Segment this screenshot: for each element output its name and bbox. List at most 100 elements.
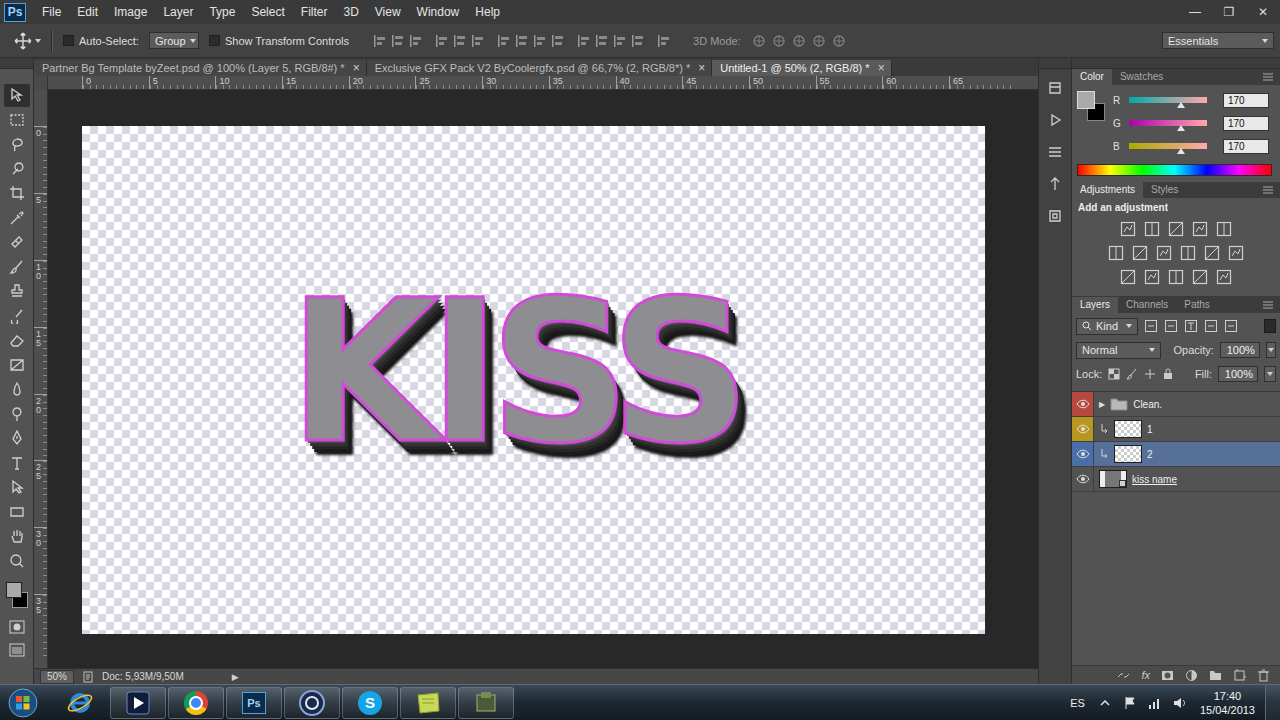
auto-select-checkbox[interactable]: Auto-Select:: [63, 35, 139, 47]
3d-mode-icon[interactable]: [791, 34, 807, 48]
3d-mode-icon[interactable]: [771, 34, 787, 48]
slider-track[interactable]: [1129, 120, 1207, 126]
show-hidden-icons-icon[interactable]: [1097, 695, 1113, 711]
link-button[interactable]: [1117, 669, 1130, 682]
align-icon[interactable]: [551, 34, 565, 48]
align-icon[interactable]: [391, 34, 405, 48]
lock-pixels-icon[interactable]: [1126, 368, 1138, 380]
tool-button[interactable]: [4, 452, 30, 475]
panel-tab[interactable]: Layers: [1072, 297, 1118, 313]
align-icon[interactable]: [471, 34, 485, 48]
document-tab[interactable]: Partner Bg Template byZeet.psd @ 100% (L…: [34, 60, 367, 76]
volume-icon[interactable]: [1172, 695, 1188, 711]
panel-tab[interactable]: Adjustments: [1072, 182, 1143, 198]
tool-button[interactable]: [4, 501, 30, 524]
mask-button[interactable]: [1161, 669, 1174, 682]
ruler-origin[interactable]: [34, 76, 48, 90]
adjustment-icon[interactable]: [1132, 245, 1148, 261]
adjustment-icon[interactable]: [1168, 221, 1184, 237]
visibility-toggle[interactable]: [1072, 392, 1094, 416]
tool-button[interactable]: [4, 525, 30, 548]
language-indicator[interactable]: ES: [1070, 697, 1085, 709]
zoom-field[interactable]: 50%: [40, 670, 74, 684]
close-tab-button[interactable]: ×: [878, 61, 885, 75]
foreground-color-swatch[interactable]: [1077, 91, 1095, 109]
menu-item[interactable]: Layer: [155, 0, 201, 24]
layer-row[interactable]: ▶Clean.: [1072, 392, 1280, 417]
new-layer-button[interactable]: [1233, 669, 1246, 682]
slider-track[interactable]: [1129, 143, 1207, 149]
adjustment-icon[interactable]: [1192, 269, 1208, 285]
collapse-strip[interactable]: [1039, 58, 1071, 69]
document-icon[interactable]: [82, 671, 94, 683]
adjustment-icon[interactable]: [1108, 245, 1124, 261]
visibility-toggle[interactable]: [1072, 417, 1094, 441]
panel-tab[interactable]: Styles: [1143, 182, 1186, 198]
menu-item[interactable]: Filter: [293, 0, 336, 24]
adjustment-icon[interactable]: [1144, 221, 1160, 237]
taskbar-app[interactable]: [168, 687, 224, 719]
adjustment-icon[interactable]: [1192, 221, 1208, 237]
lock-position-icon[interactable]: [1144, 368, 1156, 380]
clock[interactable]: 17:4015/04/2013: [1200, 689, 1255, 717]
menu-item[interactable]: View: [367, 0, 409, 24]
tool-button[interactable]: [4, 378, 30, 401]
panel-button[interactable]: [1039, 75, 1071, 101]
panel-menu-icon[interactable]: [1262, 300, 1274, 310]
tool-button[interactable]: [4, 158, 30, 181]
align-icon[interactable]: [373, 34, 387, 48]
taskbar-app[interactable]: [110, 687, 166, 719]
menu-item[interactable]: Window: [409, 0, 468, 24]
panel-tab[interactable]: Channels: [1118, 297, 1176, 313]
menu-item[interactable]: Type: [201, 0, 243, 24]
taskbar-app[interactable]: Ps: [226, 687, 282, 719]
slider-thumb-icon[interactable]: [1177, 102, 1185, 108]
layer-filter-dropdown[interactable]: Kind: [1076, 318, 1138, 335]
lock-all-icon[interactable]: [1162, 368, 1174, 380]
taskbar-app[interactable]: [458, 687, 514, 719]
adjustment-icon[interactable]: [1216, 269, 1232, 285]
align-icon[interactable]: [515, 34, 529, 48]
align-icon[interactable]: [613, 34, 627, 48]
align-icon[interactable]: [577, 34, 591, 48]
tool-button[interactable]: [4, 207, 30, 230]
adjustment-icon[interactable]: [1144, 269, 1160, 285]
3d-mode-icon[interactable]: [831, 34, 847, 48]
adjustment-icon[interactable]: [1168, 269, 1184, 285]
align-icon[interactable]: [533, 34, 547, 48]
quick-mask-button[interactable]: [4, 616, 30, 639]
taskbar-app[interactable]: [400, 687, 456, 719]
align-icon[interactable]: [409, 34, 423, 48]
color-swatches[interactable]: [4, 582, 30, 608]
3d-mode-icon[interactable]: [811, 34, 827, 48]
vertical-ruler[interactable]: 05101520253035: [34, 90, 48, 668]
tool-button[interactable]: [4, 280, 30, 303]
fill-slider-button[interactable]: [1264, 366, 1276, 382]
visibility-toggle[interactable]: [1072, 442, 1094, 466]
tool-button[interactable]: [4, 133, 30, 156]
color-swatches[interactable]: [1077, 91, 1105, 121]
tool-button[interactable]: [4, 182, 30, 205]
color-spectrum[interactable]: [1077, 164, 1272, 176]
trash-button[interactable]: [1257, 669, 1270, 682]
layer-row[interactable]: 2: [1072, 442, 1280, 467]
start-button[interactable]: [0, 688, 46, 718]
menu-item[interactable]: Edit: [69, 0, 106, 24]
horizontal-ruler[interactable]: 05101520253035404550556065: [48, 76, 1038, 90]
auto-select-dropdown[interactable]: Group: [149, 32, 199, 49]
tool-button[interactable]: [4, 305, 30, 328]
window-control-button[interactable]: —: [1178, 0, 1212, 24]
collapse-strip[interactable]: [0, 58, 33, 69]
filter-icon[interactable]: [1144, 319, 1158, 333]
tool-button[interactable]: [4, 354, 30, 377]
align-icon[interactable]: [435, 34, 449, 48]
fill-field[interactable]: 100%: [1218, 366, 1258, 382]
slider-thumb-icon[interactable]: [1177, 148, 1185, 154]
3d-mode-icon[interactable]: [751, 34, 767, 48]
slider-thumb-icon[interactable]: [1177, 125, 1185, 131]
tool-button[interactable]: [4, 329, 30, 352]
adjustment-icon[interactable]: [1228, 245, 1244, 261]
canvas[interactable]: KISS: [82, 126, 985, 634]
lock-transparency-icon[interactable]: [1108, 368, 1120, 380]
close-tab-button[interactable]: ×: [353, 61, 360, 75]
